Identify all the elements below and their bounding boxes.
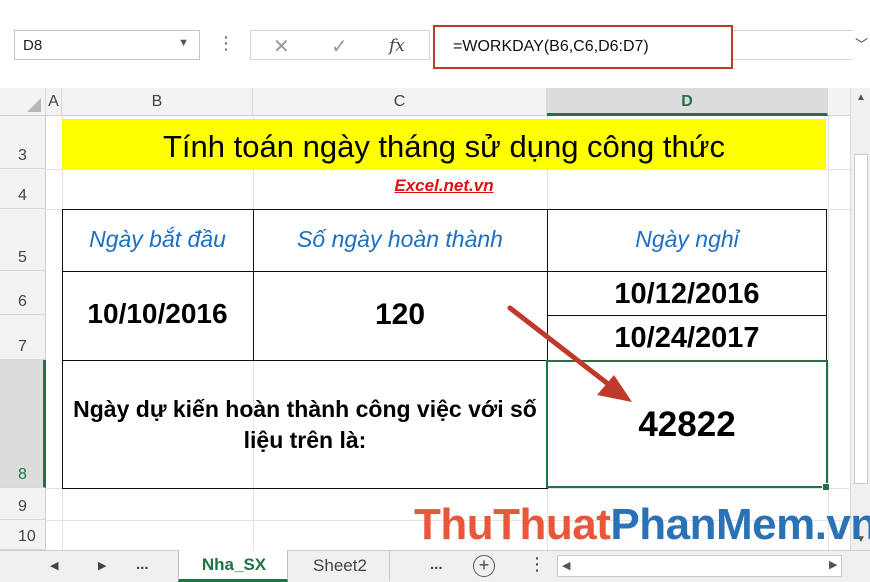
- start-date-value: 10/10/2016: [87, 298, 228, 329]
- gridline: [46, 169, 850, 170]
- more-sheets-right-button[interactable]: ...: [430, 556, 443, 573]
- tab-splitter-icon[interactable]: ⋮: [528, 554, 546, 575]
- row-header-3[interactable]: 3: [0, 116, 46, 169]
- column-header-a[interactable]: A: [46, 88, 62, 116]
- site-link[interactable]: Excel.net.vn: [62, 176, 826, 196]
- watermark-part-1: ThuThuat: [414, 500, 611, 549]
- row-number: 10: [18, 528, 36, 545]
- next-sheet-icon[interactable]: ▶: [98, 559, 106, 572]
- watermark: ThuThuatPhanMem.vn: [414, 503, 870, 547]
- row-header-7[interactable]: 7: [0, 315, 46, 360]
- prev-sheet-icon[interactable]: ◀: [50, 559, 58, 572]
- sheet-title: Tính toán ngày tháng sử dụng công thức: [163, 129, 725, 164]
- vertical-scrollbar[interactable]: ▲ ▼: [850, 88, 870, 550]
- formula-buttons: ✕ ✓ fx: [250, 30, 430, 60]
- result-value: 42822: [638, 405, 736, 444]
- tab-nha-sx[interactable]: Nha_SX: [178, 550, 288, 582]
- more-sheets-left-button[interactable]: ...: [136, 556, 149, 573]
- tab-label: Sheet2: [313, 556, 367, 575]
- fill-handle[interactable]: [822, 483, 830, 491]
- formula-input-extension[interactable]: [733, 30, 853, 60]
- chevron-down-icon[interactable]: ▼: [178, 37, 189, 49]
- scroll-right-icon[interactable]: ▶: [829, 558, 837, 571]
- expand-formula-bar-icon[interactable]: ﹀: [855, 34, 868, 53]
- scroll-thumb[interactable]: [854, 154, 868, 484]
- holiday-2-value: 10/24/2017: [614, 322, 760, 354]
- row-header-8[interactable]: 8: [0, 360, 46, 488]
- header-holidays: Ngày nghỉ: [635, 226, 739, 252]
- add-sheet-icon[interactable]: +: [473, 555, 495, 577]
- row-header-6[interactable]: 6: [0, 271, 46, 315]
- select-all-triangle-icon: [27, 98, 41, 112]
- horizontal-scrollbar[interactable]: ◀: [557, 555, 842, 577]
- scroll-up-icon[interactable]: ▲: [851, 88, 870, 108]
- row-number: 5: [18, 249, 27, 266]
- column-header-b[interactable]: B: [62, 88, 253, 116]
- header-start-date: Ngày bắt đầu: [89, 226, 226, 252]
- tab-label: Nha_SX: [201, 555, 267, 574]
- row-number: 8: [18, 466, 27, 483]
- select-all-button[interactable]: [0, 88, 46, 116]
- formula-text: =WORKDAY(B6,C6,D6:D7): [453, 38, 649, 55]
- more-options-icon[interactable]: ⋮: [217, 34, 235, 52]
- title-cell[interactable]: Tính toán ngày tháng sử dụng công thức: [62, 119, 826, 169]
- row-number: 3: [18, 147, 27, 164]
- days-to-complete-value: 120: [374, 298, 426, 331]
- header-days-to-complete: Số ngày hoàn thành: [297, 226, 503, 252]
- name-box[interactable]: D8 ▼: [14, 30, 200, 60]
- formula-bar: D8 ▼ ⋮ ✕ ✓ fx =WORKDAY(B6,C6,D6:D7) ﹀: [0, 0, 870, 88]
- result-label: Ngày dự kiến hoàn thành công việc với số…: [73, 396, 537, 453]
- column-header-row: A B C D: [0, 88, 850, 116]
- sheet-tab-bar: ◀ ▶ ... Nha_SX Sheet2 ... + ⋮ ◀ ▶: [0, 550, 870, 582]
- row-number: 9: [18, 498, 27, 515]
- holiday-1-value: 10/12/2016: [614, 278, 760, 310]
- watermark-part-2: PhanMem.vn: [610, 500, 870, 549]
- name-box-value: D8: [23, 37, 43, 54]
- row-header-10[interactable]: 10: [0, 520, 46, 550]
- row-number: 7: [18, 338, 27, 355]
- scroll-left-icon[interactable]: ◀: [562, 559, 570, 572]
- enter-icon[interactable]: ✓: [331, 34, 348, 59]
- cancel-icon[interactable]: ✕: [273, 34, 290, 59]
- row-number: 4: [18, 187, 27, 204]
- insert-function-icon[interactable]: fx: [389, 36, 405, 56]
- formula-input[interactable]: =WORKDAY(B6,C6,D6:D7): [433, 25, 733, 69]
- row-header-9[interactable]: 9: [0, 488, 46, 520]
- column-header-d[interactable]: D: [547, 88, 828, 116]
- column-header-c[interactable]: C: [253, 88, 547, 116]
- row-number: 6: [18, 293, 27, 310]
- tab-sheet2[interactable]: Sheet2: [290, 551, 390, 581]
- row-header-5[interactable]: 5: [0, 209, 46, 271]
- row-header-4[interactable]: 4: [0, 169, 46, 209]
